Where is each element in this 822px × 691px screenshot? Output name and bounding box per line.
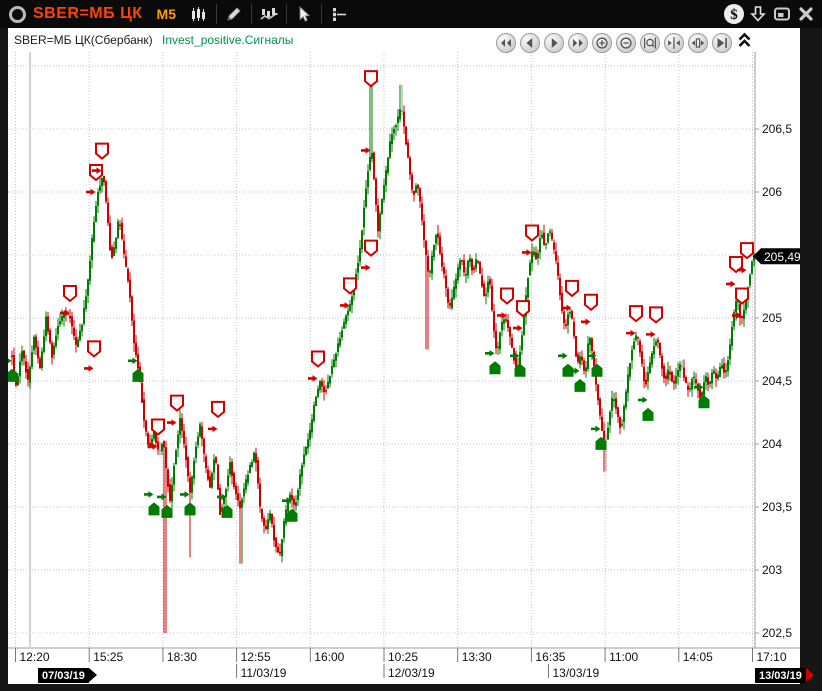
sell-flag-marker [96,144,108,159]
close-window-icon[interactable] [794,2,818,26]
go-to-end-button[interactable] [712,33,732,53]
grid [8,52,800,648]
buy-house-marker [490,361,501,374]
price-axis[interactable]: 206,5 206 205 204,5 204 203,5 203 202,5 205,49 [753,122,800,640]
scroll-left-button[interactable] [520,33,540,53]
buy-house-marker [643,408,654,421]
time-axis[interactable]: 12:20 15:25 18:30 12:55 16:00 10:25 13:30 16:35… [16,648,787,680]
buy-house-marker [185,502,196,515]
toolbar-separator [286,4,287,24]
svg-text:205,49: 205,49 [764,250,800,264]
svg-text:16:35: 16:35 [535,650,565,664]
svg-text:203: 203 [762,563,782,577]
badge-arrow-icon [89,668,97,682]
candlestick-chart-icon[interactable] [186,2,212,26]
svg-text:13:30: 13:30 [462,650,492,664]
sell-flag-marker [365,71,377,86]
scroll-fast-right-button[interactable] [568,33,588,53]
date-badge-start: 07/03/19 [38,668,89,683]
sell-flag-marker [64,286,76,301]
sell-flag-marker [344,278,356,293]
scroll-right-button[interactable] [544,33,564,53]
pencil-icon[interactable] [221,2,247,26]
collapse-up-chevron-button[interactable] [737,32,752,54]
title-bar: SBER=МБ ЦК М5 [0,0,822,28]
candlestick-chart[interactable]: 206,5 206 205 204,5 204 203,5 203 202,5 205,49 12… [8,28,800,684]
svg-text:16:00: 16:00 [314,650,344,664]
sell-flag-marker [526,225,538,240]
sell-flag-marker [517,301,529,316]
svg-text:14:05: 14:05 [683,650,713,664]
sell-flag-marker [88,341,100,356]
window-title: SBER=МБ ЦК [33,5,143,23]
svg-text:204: 204 [762,437,782,451]
scroll-fast-left-button[interactable] [496,33,516,53]
svg-text:18:30: 18:30 [167,650,197,664]
toolbar-separator [251,4,252,24]
sell-flag-marker [736,288,748,303]
sell-flag-marker [365,241,377,256]
chart-panel: 206,5 206 205 204,5 204 203,5 203 202,5 205,49 12… [8,28,800,684]
chart-nav-toolbar [492,32,752,54]
svg-text:205: 205 [762,311,782,325]
levels-icon[interactable] [326,2,352,26]
svg-text:13/03/19: 13/03/19 [553,666,600,680]
svg-text:11/03/19: 11/03/19 [241,666,287,680]
deals-on-chart-icon[interactable] [256,2,282,26]
svg-text:206,5: 206,5 [762,122,792,136]
buy-house-marker [149,502,160,515]
expand-horizontal-button[interactable] [688,33,708,53]
chart-header: SBER=МБ ЦК(Сбербанк) Invest_positive.Сиг… [14,33,293,47]
sell-flag-marker [585,295,597,310]
toolbar-separator [216,4,217,24]
dollar-icon[interactable]: $ [722,2,746,26]
toolbar-separator [321,4,322,24]
svg-text:203,5: 203,5 [762,500,792,514]
trade-signals [8,71,753,522]
buy-house-marker [8,369,18,382]
sell-flag-marker [152,420,164,435]
titlebar-right-controls: $ [722,0,818,28]
sell-flag-marker [212,402,224,417]
svg-text:12:55: 12:55 [241,650,271,664]
instrument-status-ring-icon [9,6,26,23]
svg-text:17:10: 17:10 [757,650,787,664]
sell-flag-marker [171,396,183,411]
sell-flag-marker [630,306,642,321]
sell-flag-marker [90,165,102,180]
badge-arrow-icon [806,668,814,682]
compress-horizontal-button[interactable] [664,33,684,53]
strategy-script-label: Invest_positive.Сигналы [162,33,293,47]
zoom-window-button[interactable] [640,33,660,53]
instrument-label: SBER=МБ ЦК(Сбербанк) [14,33,153,47]
terminal-window: SBER=МБ ЦК М5 [0,0,822,691]
sell-flag-marker [650,307,662,322]
svg-text:202,5: 202,5 [762,626,792,640]
buy-house-marker [575,379,586,392]
download-arrow-icon[interactable] [746,2,770,26]
date-badge-end: 13/03/19 [755,668,806,683]
svg-text:206: 206 [762,185,782,199]
zoom-in-button[interactable] [592,33,612,53]
buy-house-marker [133,369,144,382]
svg-text:11:00: 11:00 [609,650,638,664]
svg-text:15:25: 15:25 [93,650,123,664]
svg-text:10:25: 10:25 [388,650,418,664]
zoom-out-button[interactable] [616,33,636,53]
timeframe-label[interactable]: М5 [157,6,176,22]
svg-text:12/03/19: 12/03/19 [388,666,435,680]
candlestick-series [11,79,755,633]
svg-text:12:20: 12:20 [20,650,50,664]
restore-window-icon[interactable] [770,2,794,26]
sell-flag-marker [566,281,578,296]
sell-flag-marker [501,288,513,303]
svg-text:204,5: 204,5 [762,374,792,388]
sell-flag-marker [741,243,753,258]
svg-text:$: $ [730,7,738,23]
sell-flag-marker [312,351,324,366]
cursor-icon[interactable] [291,2,317,26]
